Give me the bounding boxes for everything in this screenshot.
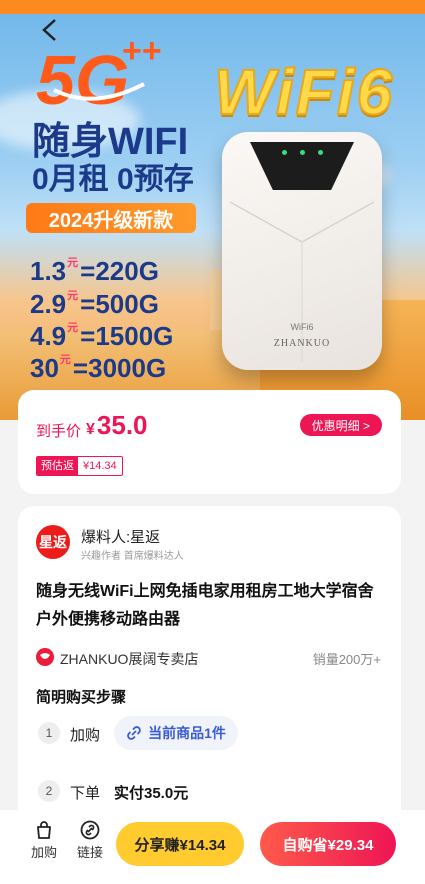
top-accent-bar [0, 0, 425, 14]
wifi6-heading: WiFi6 [213, 56, 395, 128]
final-price-label: 到手价 [36, 423, 82, 440]
current-item-label: 当前商品1件 [148, 725, 226, 741]
status-led [282, 150, 287, 155]
bag-icon [37, 821, 51, 839]
add-to-cart-button[interactable]: 加购 [24, 820, 64, 861]
currency-symbol: ¥ [86, 421, 95, 438]
plan-data: =3000G [72, 353, 167, 383]
rebate-label: 预估返 [37, 457, 78, 475]
product-title: 随身无线WiFi上网免插电家用租房工地大学宿舍户外便携移动路由器 [36, 583, 374, 628]
product-hero-image: 5G ++ WiFi6 随身WIFI 0月租 0预存 2024升级新款 1.3元… [0, 0, 425, 420]
copy-link-button[interactable]: 链接 [70, 820, 110, 861]
svg-text:++: ++ [122, 32, 162, 70]
bottom-action-bar: 加购 链接 分享赚¥14.34 自购省¥29.34 [0, 810, 425, 884]
plan-unit: 元 [67, 257, 79, 269]
plan-unit: 元 [59, 354, 71, 366]
price-card: 到手价 ¥35.0 优惠明细 > 预估返 ¥14.34 [18, 390, 401, 494]
upgrade-tag: 2024升级新款 [26, 203, 196, 233]
hero-subheadline: 0月租 0预存 [32, 163, 194, 196]
svg-text:5G: 5G [36, 41, 129, 112]
poster-name[interactable]: 爆料人:星返 [81, 526, 160, 547]
shop-logo-icon [36, 648, 54, 666]
status-led [300, 150, 305, 155]
wifi-device-image: WiFi6 ZHANKUO [222, 132, 382, 370]
status-led [318, 150, 323, 155]
pay-amount: 实付35.0元 [114, 785, 189, 802]
device-brand: ZHANKUO [273, 338, 331, 349]
product-detail-card: 星返 爆料人:星返 兴趣作者 首席爆料达人 随身无线WiFi上网免插电家用租房工… [18, 506, 401, 826]
link-circle-icon [80, 820, 100, 840]
copy-link-label: 链接 [76, 845, 103, 860]
plan-line: 30元=3000G [30, 345, 166, 383]
plan-price: 30 [30, 353, 59, 383]
step-number: 2 [38, 780, 60, 802]
final-price-value: 35.0 [96, 410, 148, 440]
poster-avatar[interactable]: 星返 [36, 525, 70, 559]
rebate-badge: 预估返 ¥14.34 [36, 456, 123, 476]
plan-unit: 元 [67, 322, 79, 334]
discount-details-button[interactable]: 优惠明细 > [299, 414, 382, 436]
device-label: WiFi6 [290, 322, 314, 332]
share-earn-button[interactable]: 分享赚¥14.34 [116, 822, 244, 866]
hero-headline: 随身WIFI [32, 121, 189, 163]
self-buy-button[interactable]: 自购省¥29.34 [260, 822, 396, 866]
link-icon [127, 726, 141, 740]
5g-logo: 5G ++ [36, 32, 162, 112]
sales-count: 销量200万+ [312, 652, 381, 667]
step-number: 1 [38, 722, 60, 744]
shop-name-link[interactable]: ZHANKUO展阔专卖店 [60, 649, 198, 669]
add-to-cart-label: 加购 [30, 845, 57, 860]
current-item-chip[interactable]: 当前商品1件 [114, 716, 238, 750]
poster-subtitle: 兴趣作者 首席爆料达人 [81, 551, 184, 562]
final-price: ¥35.0 [86, 410, 148, 441]
rebate-value: ¥14.34 [83, 460, 117, 472]
steps-heading: 简明购买步骤 [36, 689, 127, 706]
step-text: 下单 [70, 785, 101, 802]
step-text: 加购 [70, 727, 101, 744]
plan-unit: 元 [67, 290, 79, 302]
